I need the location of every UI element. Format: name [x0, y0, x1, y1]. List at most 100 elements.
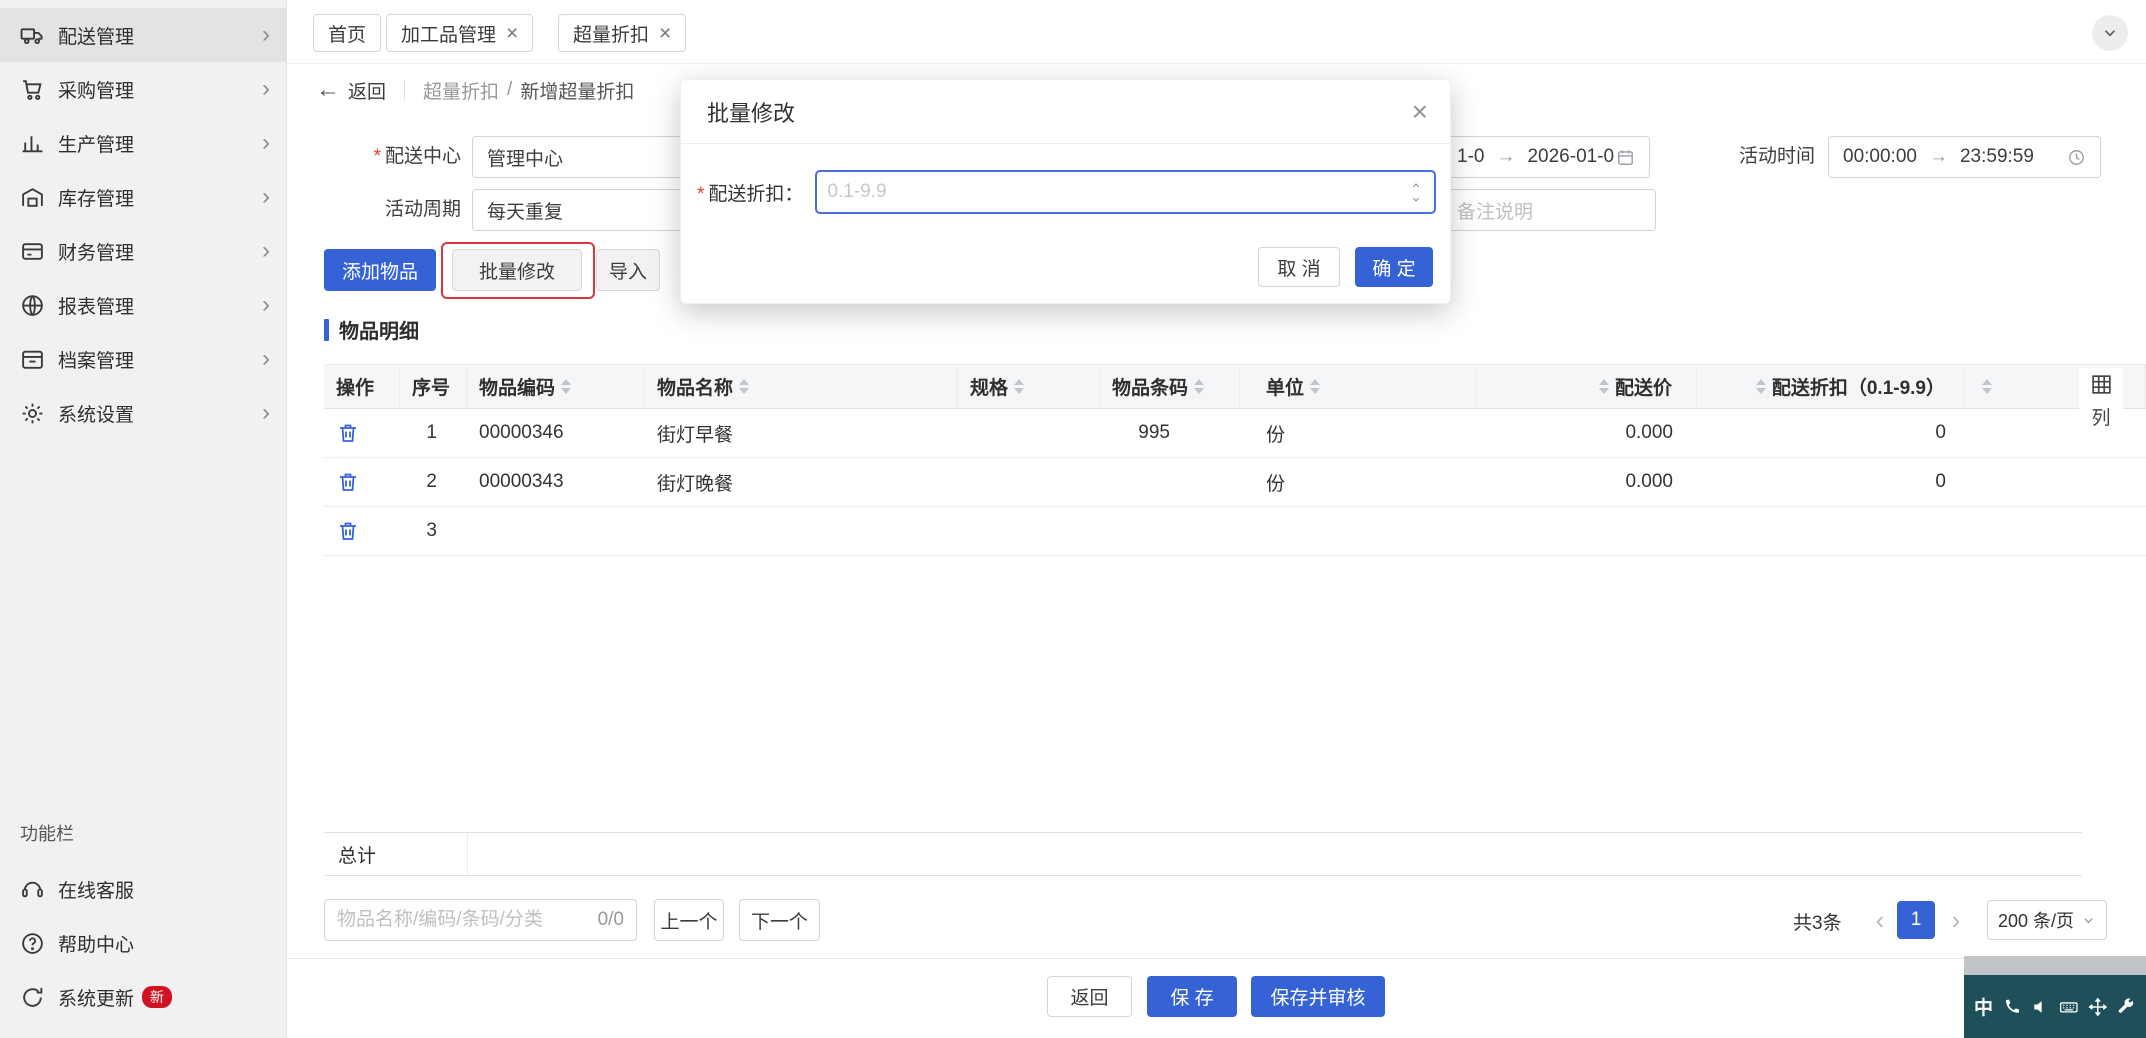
time-end: 23:59:59 [1959, 146, 2034, 167]
sidebar-item-label: 配送管理 [58, 26, 135, 48]
tab-home[interactable]: 首页 [313, 14, 382, 52]
sidebar-nav: 配送管理 › 采购管理 › 生产管理 › 库存管理 › 财务管理 › 报表管理 … [0, 0, 286, 440]
total-row: 总计 [324, 832, 2082, 876]
sidebar-item-inventory[interactable]: 库存管理 › [0, 170, 286, 224]
sidebar-item-delivery[interactable]: 配送管理 › [0, 8, 286, 62]
save-button[interactable]: 保 存 [1147, 976, 1237, 1017]
previous-button[interactable]: 上一个 [654, 899, 724, 941]
collapse-tabs-button[interactable] [2092, 15, 2128, 51]
confirm-button[interactable]: 确 定 [1355, 247, 1433, 287]
finance-icon [20, 239, 45, 264]
return-button[interactable]: 返回 [1047, 976, 1132, 1017]
modal-body: * 配送折扣： [681, 144, 1450, 214]
back-link[interactable]: ← 返回 [316, 76, 386, 104]
discount-input[interactable] [817, 181, 1398, 203]
chevron-down-icon [2081, 913, 2096, 928]
batch-edit-button[interactable]: 批量修改 [452, 249, 582, 291]
close-icon[interactable]: × [506, 23, 518, 44]
pagination-total: 共3条 [1793, 913, 1842, 934]
spinner-down-icon [1412, 197, 1420, 202]
sidebar-item-reports[interactable]: 报表管理 › [0, 278, 286, 332]
tab-processed-goods[interactable]: 加工品管理 × [386, 14, 534, 52]
cell-operation [324, 507, 400, 555]
item-search-input[interactable] [337, 909, 590, 931]
activity-cycle-label: 活动周期 [384, 199, 461, 220]
next-button[interactable]: 下一个 [739, 899, 820, 941]
sidebar-item-settings[interactable]: 系统设置 › [0, 386, 286, 440]
tab-bar: 首页 加工品管理 × 超量折扣 × [287, 0, 2146, 64]
tab-excess-discount[interactable]: 超量折扣 × [558, 14, 687, 52]
close-icon[interactable]: × [1412, 97, 1428, 126]
table-row: 2 00000343 街灯晚餐 份 0.000 0 [324, 458, 2146, 507]
pagination-prev-icon[interactable]: ‹ [1867, 901, 1893, 939]
sidebar-item-production[interactable]: 生产管理 › [0, 116, 286, 170]
delete-row-button[interactable] [336, 420, 362, 446]
spinner-up-icon [1412, 182, 1420, 187]
chevron-right-icon: › [262, 237, 270, 264]
table-row: 1 00000346 街灯早餐 995 份 0.000 0 [324, 409, 2146, 458]
time-start: 00:00:00 [1843, 146, 1917, 167]
help-icon [20, 931, 45, 956]
sort-icon [1014, 379, 1025, 394]
cell-seq: 1 [426, 422, 437, 443]
date-end: 2026-01-0 [1527, 146, 1615, 167]
sidebar-item-label: 系统更新 [58, 988, 135, 1010]
sidebar-item-system-update[interactable]: 系统更新 新 [0, 970, 286, 1024]
activity-date-range-picker[interactable]: 1-0 → 2026-01-0 [1442, 136, 1650, 178]
keyboard-icon[interactable] [2059, 997, 2079, 1017]
remark-input[interactable]: 备注说明 [1442, 189, 1656, 231]
delete-row-button[interactable] [336, 469, 362, 495]
sidebar-item-finance[interactable]: 财务管理 › [0, 224, 286, 278]
new-badge: 新 [142, 986, 173, 1008]
close-icon[interactable]: × [659, 23, 671, 44]
column-header-discount[interactable]: 配送折扣（0.1-9.9） [1697, 365, 1964, 408]
sidebar-item-label: 报表管理 [58, 296, 135, 318]
cell-operation [324, 409, 400, 457]
column-settings-button[interactable]: 列 [2079, 368, 2123, 432]
speaker-icon[interactable] [2031, 997, 2051, 1017]
language-indicator[interactable]: 中 [1974, 993, 1993, 1020]
save-and-audit-button[interactable]: 保存并审核 [1251, 976, 1385, 1017]
sidebar-item-help-center[interactable]: 帮助中心 [0, 916, 286, 970]
column-header-barcode[interactable]: 物品条码 [1100, 365, 1240, 408]
pagination-next-icon[interactable]: › [1943, 901, 1969, 939]
service-icon [20, 877, 45, 902]
column-header-spec[interactable]: 规格 [958, 365, 1100, 408]
number-spinner[interactable] [1398, 172, 1434, 212]
column-header-code[interactable]: 物品编码 [467, 365, 645, 408]
cancel-button[interactable]: 取 消 [1258, 247, 1340, 287]
delete-row-button[interactable] [336, 518, 362, 544]
section-title: 物品明细 [324, 315, 419, 344]
delivery-truck-icon [20, 23, 45, 48]
page-size-select[interactable]: 200 条/页 [1987, 900, 2107, 940]
breadcrumb: ← 返回 超量折扣 / 新增超量折扣 [316, 70, 634, 110]
grid-icon [2091, 375, 2111, 394]
import-button[interactable]: 导入 [596, 249, 660, 291]
column-header-name[interactable]: 物品名称 [645, 365, 958, 408]
wrench-icon[interactable] [2116, 997, 2136, 1017]
cell-unit [1240, 507, 1477, 555]
cell-code: 00000346 [479, 422, 564, 443]
sidebar-item-label: 在线客服 [58, 880, 135, 902]
column-header-unit[interactable]: 单位 [1240, 365, 1477, 408]
tab-label: 加工品管理 [401, 24, 497, 46]
cell-extra [1964, 458, 2146, 506]
activity-time-range-picker[interactable]: 00:00:00 → 23:59:59 [1828, 136, 2101, 178]
sidebar-item-purchase[interactable]: 采购管理 › [0, 62, 286, 116]
arrow-left-icon: ← [316, 76, 340, 103]
breadcrumb-parent: 超量折扣 [423, 81, 500, 103]
sidebar-item-archive[interactable]: 档案管理 › [0, 332, 286, 386]
sidebar-item-online-service[interactable]: 在线客服 [0, 862, 286, 916]
chevron-down-icon [2101, 24, 2119, 42]
column-header-price[interactable]: 配送价 [1477, 365, 1697, 408]
column-settings-label: 列 [2091, 408, 2111, 429]
required-asterisk: * [697, 183, 705, 205]
pagination-page-1[interactable]: 1 [1897, 901, 1935, 939]
add-item-button[interactable]: 添加物品 [324, 249, 436, 291]
sort-icon [1310, 379, 1321, 394]
phone-icon[interactable] [2002, 997, 2022, 1017]
report-globe-icon [20, 293, 45, 318]
move-icon[interactable] [2088, 997, 2108, 1017]
chevron-right-icon: › [262, 129, 270, 156]
column-header-operation: 操作 [324, 365, 400, 408]
